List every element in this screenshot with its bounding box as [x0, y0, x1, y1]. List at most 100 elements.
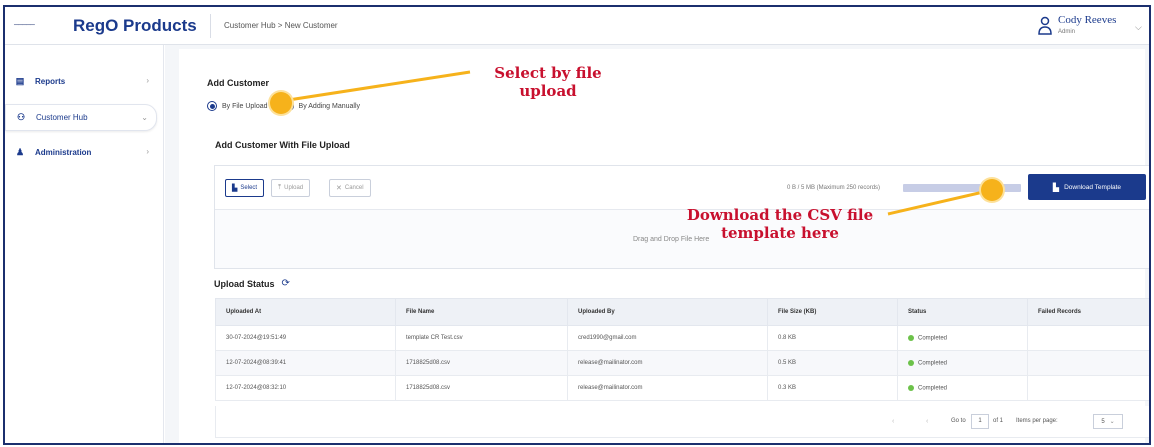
top-bar: ───── RegO Products Customer Hub > New C…	[5, 7, 1149, 45]
radio-file-upload[interactable]	[207, 101, 217, 111]
admin-icon: ♟	[15, 147, 25, 157]
column-header[interactable]: Failed Records	[1027, 298, 1149, 326]
status-ok-icon	[908, 359, 914, 366]
items-per-page-label: Items per page:	[1016, 418, 1058, 424]
section-title: Add Customer With File Upload	[215, 140, 350, 150]
first-page-icon[interactable]: ‹	[892, 418, 894, 425]
column-header[interactable]: Uploaded By	[567, 298, 768, 326]
upload-status-heading: Upload Status ⟳	[214, 278, 290, 289]
select-callout-line1: Select by file	[494, 64, 602, 82]
status-ok-icon	[908, 384, 914, 391]
select-button-label: Select	[240, 185, 258, 191]
close-icon: ✕	[336, 185, 342, 192]
pagination: ‹ ‹ Go to 1 of 1 Items per page: 5 ⌄	[215, 406, 1149, 438]
cell-file-name: 1718825d08.csv	[395, 375, 568, 401]
user-icon[interactable]	[1038, 16, 1052, 36]
download-marker-icon	[981, 179, 1003, 201]
sidebar-item-reports[interactable]: ▤ Reports ›	[5, 68, 157, 95]
upload-status-title: Upload Status	[214, 278, 275, 289]
brand-title[interactable]: RegO Products	[73, 16, 197, 36]
cell-file-name: template CR Test.csv	[395, 325, 568, 351]
items-per-page-select[interactable]: 5 ⌄	[1093, 414, 1123, 429]
upload-button[interactable]: ⤒ Upload	[271, 179, 311, 197]
column-header[interactable]: File Size (KB)	[767, 298, 898, 326]
main-content: Add Customer By File Upload By Adding Ma…	[165, 45, 1149, 443]
download-callout: Download the CSV file template here	[665, 206, 895, 242]
sidebar-item-label: Reports	[35, 77, 66, 86]
cell-failed-records	[1027, 325, 1149, 351]
download-icon: ▙	[1052, 182, 1060, 192]
select-marker-icon	[270, 92, 292, 114]
download-callout-line2: template here	[721, 224, 839, 242]
chevron-right-icon: ›	[146, 76, 149, 85]
cell-status: Completed	[897, 350, 1028, 376]
download-template-label: Download Template	[1064, 183, 1122, 191]
table-row[interactable]: 30-07-2024@19:51:49 template CR Test.csv…	[215, 325, 1149, 351]
upload-toolbar: ▙ Select ⤒ Upload ✕ Cancel 0 B / 5 MB (M…	[215, 166, 1149, 210]
customers-icon: ⚇	[16, 112, 26, 122]
go-to-label: Go to	[951, 418, 966, 424]
size-info: 0 B / 5 MB (Maximum 250 records)	[787, 185, 881, 191]
cell-uploaded-by: release@mailinator.com	[567, 375, 768, 401]
cell-uploaded-by: release@mailinator.com	[567, 350, 768, 376]
chevron-right-icon: ›	[146, 147, 149, 156]
cell-uploaded-by: cred1990@gmail.com	[567, 325, 768, 351]
prev-page-icon[interactable]: ‹	[926, 418, 928, 425]
status-ok-icon	[908, 334, 914, 341]
upload-progress-bar	[903, 184, 1021, 192]
upload-status-table: Uploaded At File Name Uploaded By File S…	[215, 298, 1149, 401]
upload-icon: ⤒	[278, 184, 282, 191]
page-count-label: of 1	[993, 418, 1004, 424]
chevron-down-icon[interactable]: ⌵	[1135, 22, 1142, 33]
status-text: Completed	[918, 335, 948, 342]
cell-file-name: 1718825d08.csv	[395, 350, 568, 376]
column-header[interactable]: Status	[897, 298, 1028, 326]
content-card: Add Customer By File Upload By Adding Ma…	[179, 49, 1149, 443]
status-text: Completed	[918, 385, 948, 392]
download-template-button[interactable]: ▙ Download Template	[1028, 174, 1146, 200]
select-button[interactable]: ▙ Select	[225, 179, 265, 197]
select-callout: Select by file upload	[478, 64, 618, 100]
download-callout-line1: Download the CSV file	[686, 206, 874, 224]
status-text: Completed	[918, 360, 948, 367]
items-per-page-value: 5	[1101, 418, 1105, 425]
user-name[interactable]: Cody Reeves	[1058, 14, 1116, 26]
table-row[interactable]: 12-07-2024@08:39:41 1718825d08.csv relea…	[215, 350, 1149, 376]
cancel-button[interactable]: ✕ Cancel	[329, 179, 371, 197]
sidebar-item-administration[interactable]: ♟ Administration ›	[5, 139, 157, 166]
divider	[210, 14, 211, 38]
chevron-down-icon: ⌄	[141, 113, 148, 122]
report-icon: ▤	[15, 76, 25, 86]
page-number-input[interactable]: 1	[971, 414, 989, 429]
cell-uploaded-at: 30-07-2024@19:51:49	[215, 325, 396, 351]
upload-button-label: Upload	[284, 185, 304, 191]
cell-status: Completed	[897, 375, 1028, 401]
refresh-icon[interactable]: ⟳	[282, 278, 290, 289]
cell-file-size: 0.8 KB	[767, 325, 898, 351]
radio-manual-label[interactable]: By Adding Manually	[299, 103, 360, 110]
sidebar: ▤ Reports › ⚇ Customer Hub ⌄ ♟ Administr…	[5, 45, 164, 443]
chevron-down-icon: ⌄	[1109, 419, 1115, 425]
cell-uploaded-at: 12-07-2024@08:39:41	[215, 350, 396, 376]
cell-failed-records	[1027, 375, 1149, 401]
user-role: Admin	[1058, 29, 1076, 35]
sidebar-item-label: Administration	[35, 148, 92, 157]
radio-file-upload-label[interactable]: By File Upload	[222, 103, 268, 110]
sidebar-item-label: Customer Hub	[36, 113, 88, 122]
cell-failed-records	[1027, 350, 1149, 376]
breadcrumb[interactable]: Customer Hub > New Customer	[224, 21, 338, 30]
cell-uploaded-at: 12-07-2024@08:32:10	[215, 375, 396, 401]
cell-status: Completed	[897, 325, 1028, 351]
cell-file-size: 0.5 KB	[767, 350, 898, 376]
table-header-row: Uploaded At File Name Uploaded By File S…	[215, 298, 1149, 326]
column-header[interactable]: Uploaded At	[215, 298, 396, 326]
page-title: Add Customer	[207, 78, 270, 88]
logo-mark-icon: ─────	[14, 22, 35, 29]
table-row[interactable]: 12-07-2024@08:32:10 1718825d08.csv relea…	[215, 375, 1149, 401]
column-header[interactable]: File Name	[395, 298, 568, 326]
cancel-button-label: Cancel	[344, 185, 364, 191]
select-callout-line2: upload	[519, 82, 577, 100]
cell-file-size: 0.3 KB	[767, 375, 898, 401]
select-file-icon: ▙	[232, 185, 238, 192]
sidebar-item-customer-hub[interactable]: ⚇ Customer Hub ⌄	[5, 104, 157, 131]
